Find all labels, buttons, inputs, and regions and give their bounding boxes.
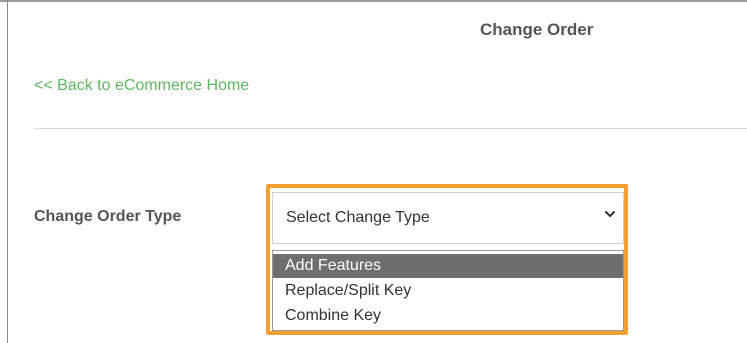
page-title: Change Order [480, 20, 594, 39]
page-frame: Change Order << Back to eCommerce Home C… [0, 0, 747, 343]
change-type-select-value: Select Change Type [286, 209, 430, 226]
window-edge-top [0, 0, 747, 2]
change-order-type-label: Change Order Type [34, 208, 182, 225]
back-to-ecommerce-home-link[interactable]: << Back to eCommerce Home [34, 77, 249, 95]
option-add-features[interactable]: Add Features [273, 254, 623, 278]
divider [34, 128, 747, 129]
chevron-down-icon [605, 211, 615, 217]
change-type-select[interactable]: Select Change Type [272, 192, 624, 244]
change-type-dropdown-list: Add Features Replace/Split Key Combine K… [272, 250, 624, 331]
option-replace-split-key[interactable]: Replace/Split Key [273, 279, 623, 303]
option-combine-key[interactable]: Combine Key [273, 304, 623, 328]
window-edge-left [7, 0, 8, 343]
